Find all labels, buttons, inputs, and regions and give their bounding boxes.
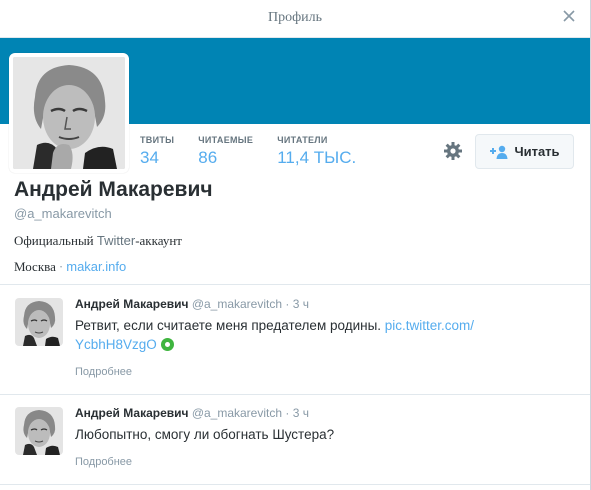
- tweet-more-link[interactable]: Подробнее: [75, 366, 132, 378]
- follow-button[interactable]: Читать: [475, 134, 574, 169]
- tweet-author-name[interactable]: Андрей Макаревич: [75, 297, 188, 311]
- tweet-text: Любопытно, смогу ли обогнать Шустера?: [75, 427, 335, 442]
- profile-location-line: Москва · makar.info: [14, 259, 126, 275]
- profile-stats: ТВИТЫ 34 ЧИТАЕМЫЕ 86 ЧИТАТЕЛИ 11,4 ТЫС.: [140, 134, 380, 169]
- tweet-time[interactable]: · 3 ч: [285, 297, 309, 311]
- bio-twitter: Twitter: [96, 233, 136, 248]
- profile-name: Андрей Макаревич: [14, 178, 213, 201]
- tweet-time[interactable]: · 3 ч: [285, 406, 309, 420]
- close-icon[interactable]: [562, 9, 576, 23]
- stat-followers[interactable]: ЧИТАТЕЛИ 11,4 ТЫС.: [277, 134, 356, 169]
- bio-prefix: Официальный: [14, 233, 97, 248]
- tweet-author-handle[interactable]: @a_makarevitch: [192, 406, 282, 420]
- dialog-titlebar: Профиль: [0, 0, 590, 38]
- tweet-item[interactable]: Андрей Макаревич @a_makarevitch · 3 ч Ре…: [0, 285, 590, 394]
- profile-bio: Официальный Twitter-аккаунт: [14, 233, 182, 249]
- stat-label: ЧИТАТЕЛИ: [277, 135, 328, 145]
- tweet-avatar[interactable]: [15, 407, 63, 455]
- stat-tweets[interactable]: ТВИТЫ 34: [140, 134, 174, 169]
- gear-icon[interactable]: [443, 141, 463, 161]
- profile-dialog: Профиль ТВИТЫ 34 ЧИТАЕМЫЕ 86 ЧИТАТЕЛИ 11…: [0, 0, 591, 490]
- add-person-icon: [489, 145, 509, 159]
- separator: ·: [58, 259, 64, 274]
- tweet-header: Андрей Макаревич @a_makarevitch · 3 ч: [75, 406, 309, 420]
- stat-value: 86: [198, 148, 218, 167]
- tweet-link[interactable]: pic.twitter.com/: [385, 318, 474, 333]
- tweet-text: Ретвит, если считаете меня предателем ро…: [75, 316, 545, 354]
- stat-value: 34: [140, 148, 159, 167]
- tweet-text-body: Ретвит, если считаете меня предателем ро…: [75, 318, 385, 333]
- profile-url[interactable]: makar.info: [66, 259, 126, 274]
- bio-suffix: -аккаунт: [135, 233, 182, 248]
- tweet-avatar[interactable]: [15, 298, 63, 346]
- profile-avatar[interactable]: [9, 53, 129, 173]
- media-icon: [160, 338, 174, 351]
- stat-following[interactable]: ЧИТАЕМЫЕ 86: [198, 134, 253, 169]
- tweet-header: Андрей Макаревич @a_makarevitch · 3 ч: [75, 297, 309, 311]
- stat-label: ЧИТАЕМЫЕ: [198, 135, 254, 145]
- profile-location: Москва: [14, 259, 56, 274]
- profile-handle: @a_makarevitch: [14, 206, 112, 221]
- tweet-author-handle[interactable]: @a_makarevitch: [192, 297, 282, 311]
- dialog-title: Профиль: [267, 10, 323, 25]
- follow-label: Читать: [514, 144, 560, 159]
- tweet-more-link[interactable]: Подробнее: [75, 456, 132, 468]
- tweet-author-name[interactable]: Андрей Макаревич: [75, 406, 188, 420]
- tweet-link-cont[interactable]: YcbhH8VzgO: [75, 337, 157, 352]
- tweet-item[interactable]: Андрей Макаревич @a_makarevitch · 3 ч Лю…: [0, 395, 590, 490]
- stat-value: 11,4 ТЫС.: [277, 148, 357, 167]
- stat-label: ТВИТЫ: [140, 135, 175, 145]
- divider: [0, 484, 590, 485]
